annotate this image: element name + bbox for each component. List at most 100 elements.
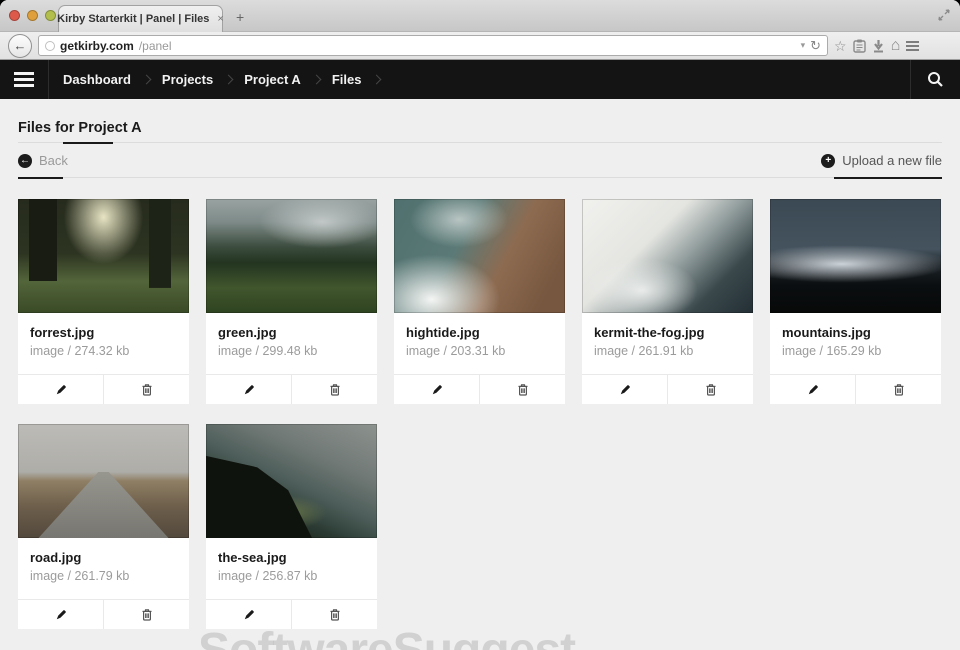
file-thumbnail[interactable] [206, 424, 377, 538]
file-meta: image / 299.48 kb [218, 344, 365, 358]
downloads-icon[interactable] [872, 39, 885, 53]
trash-icon [140, 383, 154, 397]
actions-row: ← Back + Upload a new file [18, 144, 942, 177]
pencil-icon [806, 383, 820, 397]
breadcrumb-project-a[interactable]: Project A [244, 72, 301, 87]
chevron-right-icon [372, 75, 382, 85]
upload-label: Upload a new file [842, 153, 942, 168]
close-window-button[interactable] [9, 10, 20, 21]
file-thumbnail[interactable] [18, 199, 189, 313]
file-meta: image / 165.29 kb [782, 344, 929, 358]
trash-icon [328, 383, 342, 397]
file-thumbnail[interactable] [582, 199, 753, 313]
file-name[interactable]: road.jpg [30, 550, 177, 565]
file-name[interactable]: forrest.jpg [30, 325, 177, 340]
search-icon [927, 71, 944, 88]
breadcrumb-files[interactable]: Files [332, 72, 362, 87]
edit-file-button[interactable] [18, 600, 103, 629]
bookmarks-sidebar-icon[interactable] [853, 39, 866, 53]
page-title: Files for Project A [18, 99, 942, 136]
plus-icon: + [821, 154, 835, 168]
file-card: kermit-the-fog.jpg image / 261.91 kb [582, 199, 753, 404]
browser-url-bar: ← getkirby.com /panel ▾ ↻ ☆ ⌂ [0, 32, 960, 60]
pencil-icon [430, 383, 444, 397]
actions-divider [18, 177, 942, 179]
files-view: Files for Project A ← Back + Upload a ne… [0, 99, 960, 650]
delete-file-button[interactable] [667, 375, 753, 404]
browser-back-button[interactable]: ← [8, 34, 32, 58]
file-name[interactable]: kermit-the-fog.jpg [594, 325, 741, 340]
search-button[interactable] [910, 60, 960, 99]
tab-title: Kirby Starterkit | Panel | Files [57, 13, 209, 25]
back-arrow-icon: ← [18, 154, 32, 168]
file-name[interactable]: green.jpg [218, 325, 365, 340]
panel-menu-button[interactable] [0, 60, 49, 99]
file-meta: image / 261.79 kb [30, 569, 177, 583]
file-thumbnail[interactable] [770, 199, 941, 313]
trash-icon [704, 383, 718, 397]
edit-file-button[interactable] [770, 375, 855, 404]
site-identity-icon[interactable] [45, 41, 55, 51]
window-controls [9, 10, 56, 21]
url-domain: getkirby.com [60, 39, 134, 53]
breadcrumb-dashboard[interactable]: Dashboard [63, 72, 131, 87]
edit-file-button[interactable] [206, 375, 291, 404]
watermark-suffix: .com [575, 642, 634, 650]
file-thumbnail[interactable] [18, 424, 189, 538]
trash-icon [892, 383, 906, 397]
browser-tab-bar: Kirby Starterkit | Panel | Files × + [0, 0, 960, 32]
reload-icon[interactable]: ↻ [810, 38, 821, 54]
title-divider [18, 142, 942, 144]
new-tab-button[interactable]: + [236, 10, 244, 24]
file-card: the-sea.jpg image / 256.87 kb [206, 424, 377, 629]
file-card: forrest.jpg image / 274.32 kb [18, 199, 189, 404]
trash-icon [516, 383, 530, 397]
minimize-window-button[interactable] [27, 10, 38, 21]
home-icon[interactable]: ⌂ [891, 39, 901, 53]
trash-icon [328, 608, 342, 622]
pencil-icon [54, 608, 68, 622]
chevron-right-icon [311, 75, 321, 85]
edit-file-button[interactable] [206, 600, 291, 629]
browser-menu-icon[interactable] [906, 41, 919, 51]
edit-file-button[interactable] [18, 375, 103, 404]
pencil-icon [54, 383, 68, 397]
chevron-right-icon [224, 75, 234, 85]
back-label: Back [39, 153, 68, 168]
zoom-window-button[interactable] [45, 10, 56, 21]
file-card: green.jpg image / 299.48 kb [206, 199, 377, 404]
bookmark-star-icon[interactable]: ☆ [834, 39, 847, 53]
breadcrumb-projects[interactable]: Projects [162, 72, 213, 87]
delete-file-button[interactable] [103, 600, 189, 629]
file-name[interactable]: hightide.jpg [406, 325, 553, 340]
browser-tab[interactable]: Kirby Starterkit | Panel | Files × [58, 5, 223, 32]
edit-file-button[interactable] [394, 375, 479, 404]
edit-file-button[interactable] [582, 375, 667, 404]
trash-icon [140, 608, 154, 622]
back-button[interactable]: ← Back [18, 153, 68, 168]
delete-file-button[interactable] [479, 375, 565, 404]
file-meta: image / 203.31 kb [406, 344, 553, 358]
file-card: hightide.jpg image / 203.31 kb [394, 199, 565, 404]
delete-file-button[interactable] [291, 375, 377, 404]
breadcrumb: Dashboard Projects Project A Files [49, 60, 910, 99]
file-name[interactable]: the-sea.jpg [218, 550, 365, 565]
file-card: mountains.jpg image / 165.29 kb [770, 199, 941, 404]
delete-file-button[interactable] [291, 600, 377, 629]
fullscreen-icon[interactable] [938, 8, 950, 26]
delete-file-button[interactable] [855, 375, 941, 404]
tab-close-icon[interactable]: × [217, 13, 223, 25]
file-thumbnail[interactable] [394, 199, 565, 313]
file-grid: forrest.jpg image / 274.32 kb green.jpg … [18, 199, 942, 629]
chevron-right-icon [141, 75, 151, 85]
url-path: /panel [139, 39, 172, 53]
url-field[interactable]: getkirby.com /panel ▾ ↻ [38, 35, 828, 56]
browser-window: Kirby Starterkit | Panel | Files × + ← g… [0, 0, 960, 650]
delete-file-button[interactable] [103, 375, 189, 404]
upload-button[interactable]: + Upload a new file [821, 153, 942, 168]
pencil-icon [618, 383, 632, 397]
file-card: road.jpg image / 261.79 kb [18, 424, 189, 629]
url-dropdown-icon[interactable]: ▾ [801, 40, 806, 51]
file-thumbnail[interactable] [206, 199, 377, 313]
file-name[interactable]: mountains.jpg [782, 325, 929, 340]
